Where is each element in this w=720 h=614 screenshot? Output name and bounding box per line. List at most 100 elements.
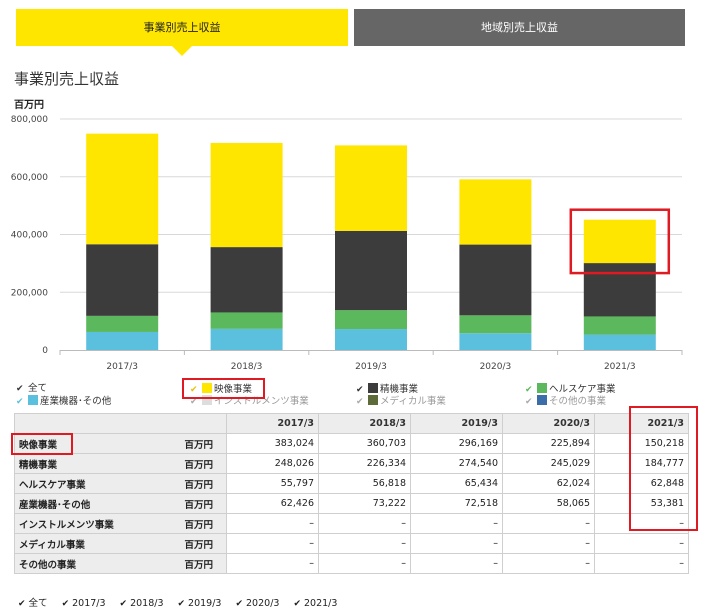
bar-segment[interactable] [86,315,159,332]
table-cell: – [226,513,319,534]
year-filter: ✔ 全て ✔ 2017/3 ✔ 2018/3 ✔ 2019/3 ✔ 2020/3 ✔ 2021/3 [18,595,351,609]
legend-item-healthcare[interactable]: ✔ ヘルスケア事業 [525,383,616,395]
filter-item[interactable]: ✔ 2020/3 [235,598,279,609]
y-tick-label: 400,000 [11,231,48,241]
page-title: 事業別売上収益 [14,70,120,88]
legend-item-instruments[interactable]: ✔ インストルメンツ事業 [190,395,309,407]
filter-item[interactable]: ✔ 2018/3 [120,598,164,609]
table-cell: 245,029 [502,453,595,474]
filter-item[interactable]: ✔ 全て [18,598,48,609]
table-header-blank [14,413,227,434]
table-cell: – [318,553,411,574]
table-header-cell: 2018/3 [318,413,411,434]
bar-segment[interactable] [459,179,532,245]
legend-label: 産業機器･その他 [40,396,112,407]
table-header-cell: 2019/3 [410,413,503,434]
table-header-cell: 2021/3 [594,413,689,434]
table-row: その他の事業 百万円 – – – – – [14,553,689,574]
bar-segment[interactable] [583,263,656,317]
filter-label: 2017/3 [72,598,106,609]
table-cell: 225,894 [502,433,595,454]
table-row: メディカル事業 百万円 – – – – – [14,533,689,554]
bar-segment[interactable] [86,331,159,350]
check-icon: ✔ [16,384,24,394]
bar-segment[interactable] [335,310,407,330]
table-header-row: 2017/3 2018/3 2019/3 2020/3 2021/3 [14,413,689,434]
table-cell: 55,797 [226,473,319,494]
table-cell: 53,381 [594,493,689,514]
check-icon: ✔ [18,599,26,609]
x-tick-label: 2021/3 [604,362,636,372]
table-cell: – [594,553,689,574]
legend-item-other[interactable]: ✔ その他の事業 [525,395,606,407]
filter-item[interactable]: ✔ 2021/3 [293,598,337,609]
bar-segment[interactable] [335,329,407,350]
x-tick-label: 2020/3 [480,362,512,372]
bar-segment[interactable] [335,145,407,231]
bar-segment[interactable] [210,328,283,350]
bar-segment[interactable] [459,244,532,316]
bar-segment[interactable] [210,247,283,313]
filter-item[interactable]: ✔ 2019/3 [178,598,222,609]
bar-segment[interactable] [335,230,407,311]
row-name: 精機事業 [14,453,181,474]
row-name: 産業機器･その他 [14,493,181,514]
table-cell: – [226,533,319,554]
table-cell: – [410,553,503,574]
legend-swatch [368,395,378,405]
bar-segment[interactable] [86,244,159,316]
row-name: インストルメンツ事業 [14,513,181,534]
table-cell: – [502,533,595,554]
legend-item-industrial[interactable]: ✔ 産業機器･その他 [16,395,111,407]
check-icon: ✔ [525,397,533,407]
check-icon: ✔ [16,397,24,407]
table-cell: – [502,553,595,574]
filter-label: 2021/3 [303,598,338,609]
check-icon: ✔ [235,599,244,609]
table-cell: – [226,553,319,574]
filter-label: 2020/3 [246,598,280,609]
bar-segment[interactable] [210,142,283,248]
legend-item-precision[interactable]: ✔ 精機事業 [356,383,418,395]
legend-item-all[interactable]: ✔ 全て [16,383,47,395]
legend-swatch [537,383,547,393]
table-cell: – [502,513,595,534]
check-icon: ✔ [293,599,301,609]
table-cell: 383,024 [226,433,319,454]
legend-item-medical[interactable]: ✔ メディカル事業 [356,395,446,407]
x-tick-label: 2017/3 [106,362,138,372]
table-cell: 296,169 [410,433,503,454]
stacked-bar-chart: 0 200,000 400,000 600,000 800,000 2017/3 2018/… [11,115,683,372]
legend-item-imaging[interactable]: ✔ 映像事業 [190,383,252,395]
bar-segment[interactable] [210,312,283,329]
row-unit: 百万円 [180,473,227,494]
y-tick-label: 800,000 [11,115,48,125]
tab-region-revenue[interactable]: 地域別売上収益 [354,9,685,46]
bar-segment[interactable] [583,219,656,264]
table-cell: 248,026 [226,453,319,474]
table-cell: – [318,513,411,534]
bar-segment[interactable] [86,133,159,245]
bar-segment[interactable] [583,316,656,335]
filter-label: 全て [28,598,48,609]
check-icon: ✔ [190,397,198,407]
revenue-table: 2017/3 2018/3 2019/3 2020/3 2021/3 映像事業百… [14,413,689,574]
x-tick-label: 2018/3 [231,362,263,372]
filter-label: 2018/3 [130,598,164,609]
table-cell: 184,777 [594,453,689,474]
legend-label: その他の事業 [549,396,607,407]
check-icon: ✔ [177,599,186,609]
bar-segment[interactable] [583,334,656,350]
table-cell: 62,848 [594,473,689,494]
bar-segment[interactable] [459,315,532,334]
check-icon: ✔ [119,599,128,609]
table-header-cell: 2017/3 [226,413,319,434]
table-cell: 72,518 [410,493,503,514]
table-cell: – [410,533,503,554]
row-name: メディカル事業 [14,533,181,554]
bar-segment[interactable] [459,333,532,350]
legend-label: 映像事業 [214,384,253,395]
filter-item[interactable]: ✔ 2017/3 [62,598,106,609]
tab-segment-revenue[interactable]: 事業別売上収益 [16,9,348,46]
table-cell: 62,024 [502,473,595,494]
